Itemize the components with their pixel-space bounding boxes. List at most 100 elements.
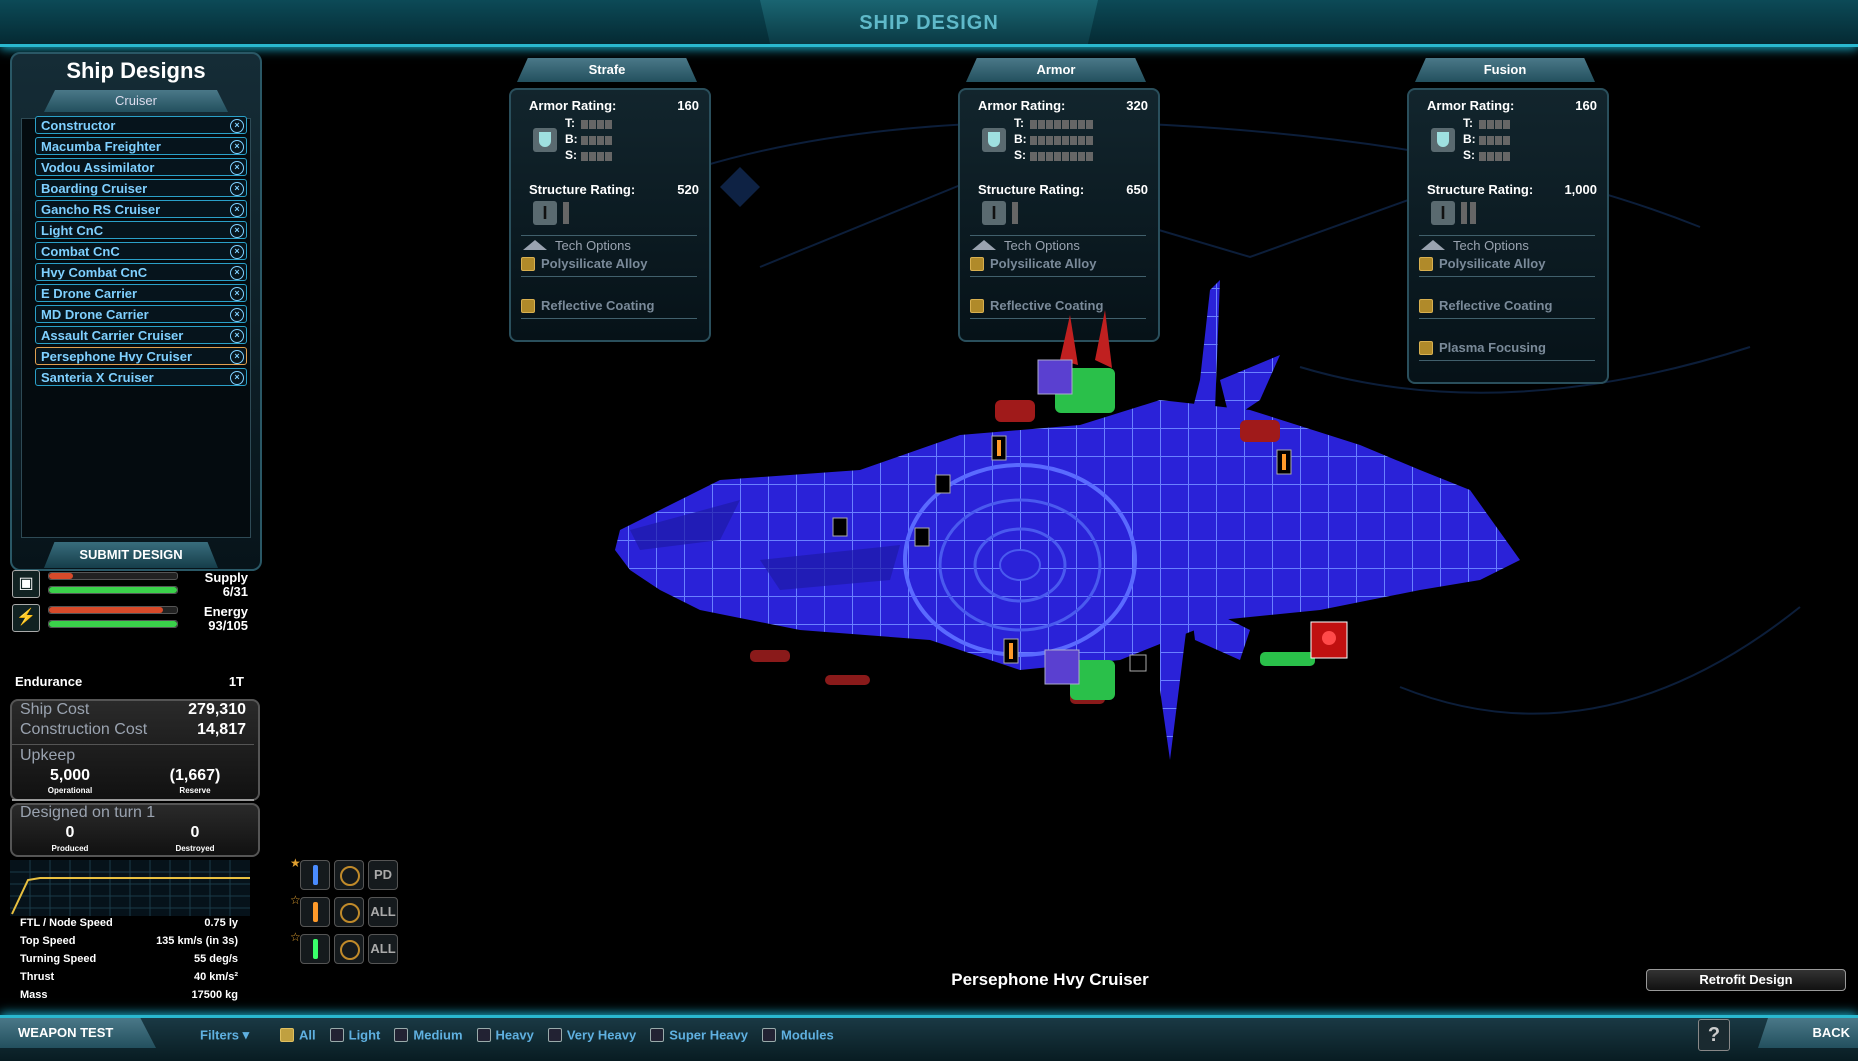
tab-fusion[interactable]: Fusion xyxy=(1415,58,1595,82)
fire-mode-ring-icon[interactable] xyxy=(334,860,364,890)
pip xyxy=(605,152,612,161)
filter-medium[interactable]: Medium xyxy=(394,1026,463,1043)
pip xyxy=(589,136,596,145)
pip xyxy=(1070,120,1077,129)
produced-label: Produced xyxy=(51,844,89,853)
delete-design-icon[interactable]: × xyxy=(230,203,244,217)
hull-class-tab[interactable]: Cruiser xyxy=(44,90,228,112)
back-button[interactable]: BACK xyxy=(1758,1018,1858,1048)
pip xyxy=(1070,136,1077,145)
delete-design-icon[interactable]: × xyxy=(230,140,244,154)
tab-armor[interactable]: Armor xyxy=(966,58,1146,82)
pip xyxy=(1495,152,1502,161)
filter-checkbox[interactable] xyxy=(394,1027,409,1042)
pip xyxy=(1495,120,1502,129)
weapon-slot-icon[interactable] xyxy=(300,934,330,964)
filter-heavy[interactable]: Heavy xyxy=(476,1026,534,1043)
design-list-item[interactable]: Gancho RS Cruiser × xyxy=(35,200,247,218)
filter-checkbox[interactable] xyxy=(329,1027,344,1042)
design-list-item[interactable]: Persephone Hvy Cruiser × xyxy=(35,347,247,365)
structure-pip xyxy=(1470,202,1476,224)
design-list-item[interactable]: Combat CnC × xyxy=(35,242,247,260)
spec-row: Turning Speed 55 deg/s xyxy=(20,953,238,965)
filter-all[interactable]: All xyxy=(280,1026,316,1043)
pip xyxy=(1070,152,1077,161)
filter-checkbox[interactable] xyxy=(762,1027,776,1042)
filter-checkbox[interactable] xyxy=(280,1027,294,1042)
delete-design-icon[interactable]: × xyxy=(230,224,244,238)
divider xyxy=(521,235,697,236)
collapse-arrow-icon[interactable] xyxy=(1421,240,1445,250)
filter-checkbox[interactable] xyxy=(547,1027,562,1042)
design-list-item[interactable]: Macumba Freighter × xyxy=(35,137,247,155)
armor-s-label: S: xyxy=(565,148,577,162)
filter-super-heavy[interactable]: Super Heavy xyxy=(650,1026,748,1043)
target-mode-button[interactable]: ALL xyxy=(368,934,398,964)
target-mode-button[interactable]: ALL xyxy=(368,897,398,927)
pip xyxy=(1046,152,1053,161)
submit-design-button[interactable]: SUBMIT DESIGN xyxy=(44,542,218,568)
help-button[interactable]: ? xyxy=(1698,1019,1730,1051)
design-item-label: E Drone Carrier xyxy=(41,286,138,301)
spec-value: 135 km/s (in 3s) xyxy=(156,935,238,947)
divider xyxy=(970,235,1146,236)
pip xyxy=(1479,136,1486,145)
design-list-item[interactable]: Boarding Cruiser × xyxy=(35,179,247,197)
pip xyxy=(1038,136,1045,145)
construction-cost-value: 14,817 xyxy=(197,721,246,738)
weapon-test-button[interactable]: WEAPON TEST xyxy=(0,1018,156,1048)
filter-checkbox[interactable] xyxy=(650,1027,665,1042)
design-list-item[interactable]: Assault Carrier Cruiser × xyxy=(35,326,247,344)
filter-checkboxes: All Light Medium Heavy Very Heavy Super Heavy… xyxy=(280,1026,848,1044)
filters-dropdown[interactable]: Filters ▾ xyxy=(200,1026,249,1044)
filter-modules[interactable]: Modules xyxy=(762,1026,834,1043)
delete-design-icon[interactable]: × xyxy=(230,329,244,343)
design-list-item[interactable]: Santeria X Cruiser × xyxy=(35,368,247,386)
design-list-item[interactable]: E Drone Carrier × xyxy=(35,284,247,302)
pip xyxy=(1086,136,1093,145)
delete-design-icon[interactable]: × xyxy=(230,182,244,196)
delete-design-icon[interactable]: × xyxy=(230,161,244,175)
pip xyxy=(1030,152,1037,161)
delete-design-icon[interactable]: × xyxy=(230,266,244,280)
ship-model[interactable] xyxy=(600,260,1530,780)
design-list-item[interactable]: MD Drone Carrier × xyxy=(35,305,247,323)
collapse-arrow-icon[interactable] xyxy=(972,240,996,250)
pip xyxy=(581,136,588,145)
design-list-item[interactable]: Light CnC × xyxy=(35,221,247,239)
spec-label: Thrust xyxy=(20,971,55,983)
delete-design-icon[interactable]: × xyxy=(230,371,244,385)
fire-mode-ring-icon[interactable] xyxy=(334,897,364,927)
tech-checkbox[interactable] xyxy=(521,299,535,313)
design-list-item[interactable]: Vodou Assimilator × xyxy=(35,158,247,176)
armor-shield-icon xyxy=(1431,128,1455,152)
design-list-item[interactable]: Hvy Combat CnC × xyxy=(35,263,247,281)
energy-bar-top xyxy=(48,606,178,614)
collapse-arrow-icon[interactable] xyxy=(523,240,547,250)
tech-checkbox[interactable] xyxy=(521,257,535,271)
delete-design-icon[interactable]: × xyxy=(230,119,244,133)
structure-pip xyxy=(1012,202,1018,224)
filter-light[interactable]: Light xyxy=(329,1026,380,1043)
design-item-label: Vodou Assimilator xyxy=(41,160,155,175)
design-item-label: Constructor xyxy=(41,118,116,133)
filter-very-heavy[interactable]: Very Heavy xyxy=(547,1026,636,1043)
target-mode-button[interactable]: PD xyxy=(368,860,398,890)
spec-label: Mass xyxy=(20,989,48,1001)
armor-b-pips xyxy=(1479,136,1510,145)
armor-rating-label: Armor Rating: xyxy=(978,98,1066,113)
retrofit-design-button[interactable]: Retrofit Design xyxy=(1646,969,1846,991)
design-item-label: Assault Carrier Cruiser xyxy=(41,328,184,343)
delete-design-icon[interactable]: × xyxy=(230,287,244,301)
filter-checkbox[interactable] xyxy=(476,1027,491,1042)
weapon-slot-icon[interactable] xyxy=(300,897,330,927)
fire-mode-ring-icon[interactable] xyxy=(334,934,364,964)
tab-strafe[interactable]: Strafe xyxy=(517,58,697,82)
delete-design-icon[interactable]: × xyxy=(230,308,244,322)
pip xyxy=(597,152,604,161)
delete-design-icon[interactable]: × xyxy=(230,350,244,364)
weapon-slot-icon[interactable] xyxy=(300,860,330,890)
structure-rating-label: Structure Rating: xyxy=(978,182,1085,197)
design-list-item[interactable]: Constructor × xyxy=(35,116,247,134)
delete-design-icon[interactable]: × xyxy=(230,245,244,259)
